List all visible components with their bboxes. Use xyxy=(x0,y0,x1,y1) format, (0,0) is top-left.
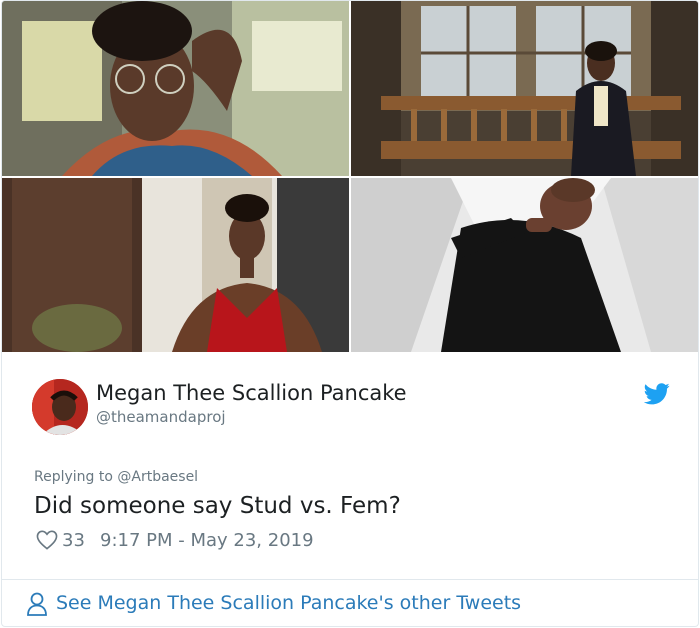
tweet-text: Did someone say Stud vs. Fem? xyxy=(34,493,401,519)
see-more-label[interactable]: See Megan Thee Scallion Pancake's other … xyxy=(56,592,521,614)
author-handle[interactable]: @theamandaproj xyxy=(96,408,226,426)
heart-icon[interactable] xyxy=(36,530,58,550)
tweet-timestamp[interactable]: 9:17 PM - May 23, 2019 xyxy=(100,530,314,551)
photo-person-in-black-sweater[interactable] xyxy=(351,178,698,352)
photo-woman-in-red-dress[interactable] xyxy=(2,178,349,352)
reply-context[interactable]: Replying to @Artbaesel xyxy=(34,469,198,485)
person-icon xyxy=(27,592,47,616)
divider xyxy=(2,579,698,580)
embedded-tweet-card: Megan Thee Scallion Pancake @theamandapr… xyxy=(1,0,699,627)
photo-woman-on-bench[interactable] xyxy=(351,1,698,176)
tweet-author: Megan Thee Scallion Pancake @theamandapr… xyxy=(32,379,672,439)
twitter-bird-icon[interactable] xyxy=(644,383,670,405)
author-name[interactable]: Megan Thee Scallion Pancake xyxy=(96,381,407,405)
avatar[interactable] xyxy=(32,379,88,435)
photo-selfie-in-car[interactable] xyxy=(2,1,349,176)
like-count: 33 xyxy=(62,530,85,551)
photo-grid xyxy=(2,1,698,352)
